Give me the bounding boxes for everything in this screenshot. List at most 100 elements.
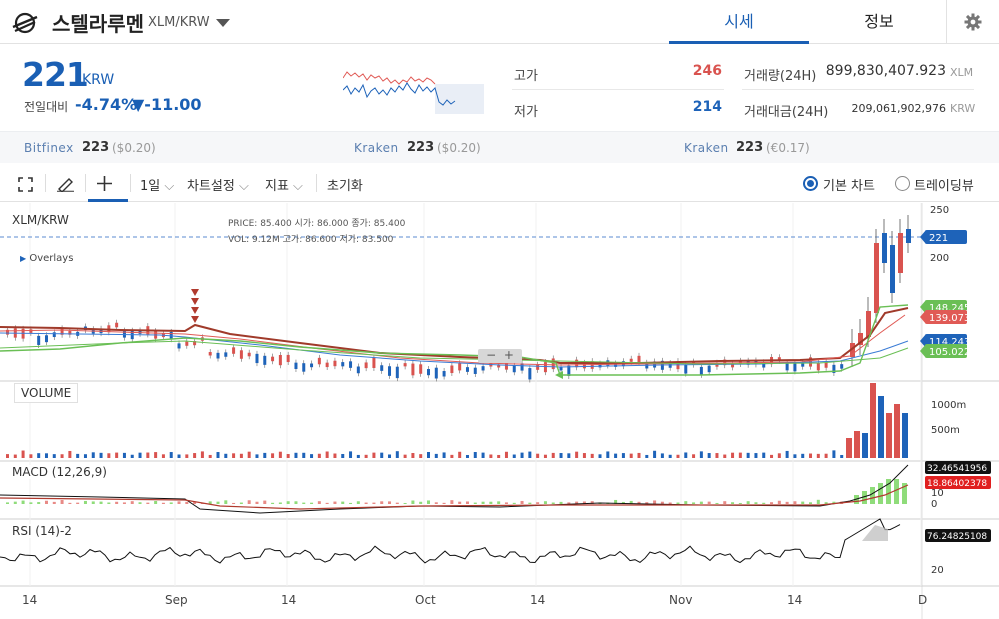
- volume-bar: [263, 452, 267, 458]
- volume-bar: [224, 453, 228, 458]
- settings-button[interactable]: [946, 0, 999, 44]
- macd-histogram-bar: [325, 502, 329, 504]
- volume-bar: [325, 451, 329, 458]
- candle: [341, 362, 345, 367]
- fullscreen-icon[interactable]: [18, 177, 33, 192]
- candle: [465, 367, 469, 372]
- macd-histogram-bar: [559, 501, 563, 504]
- price-axis-tick: 200: [930, 253, 949, 264]
- macd-histogram-bar: [146, 502, 150, 504]
- macd-histogram-bar: [528, 502, 532, 504]
- macd-histogram-bar: [263, 500, 267, 504]
- volume-bar: [83, 454, 87, 458]
- volume-bar: [707, 453, 711, 458]
- macd-histogram-bar: [247, 500, 251, 504]
- signal-arrow-icon: [191, 289, 199, 296]
- rsi-badge-label: 76.24825108: [927, 532, 987, 542]
- chevron-down-icon: ⌵: [160, 179, 175, 194]
- macd-histogram-bar: [107, 502, 111, 504]
- candle: [333, 360, 337, 367]
- volume-bar: [497, 454, 501, 458]
- tab-info[interactable]: 정보: [809, 0, 949, 44]
- macd-histogram-bar: [715, 502, 719, 504]
- exchange-name[interactable]: Kraken: [354, 141, 399, 155]
- candle: [364, 362, 368, 369]
- amount-unit: KRW: [950, 102, 976, 115]
- volume-bar: [676, 454, 680, 458]
- volume-bar: [21, 450, 25, 458]
- candle: [450, 365, 454, 374]
- candle: [874, 243, 879, 313]
- macd-histogram-bar: [816, 499, 820, 504]
- exchange-ref-price: ($0.20): [437, 141, 481, 155]
- volume-bar: [862, 433, 868, 458]
- exchange-name[interactable]: Kraken: [684, 141, 729, 155]
- tradingview-radio[interactable]: [895, 176, 910, 191]
- x-axis-tick: Oct: [415, 593, 436, 607]
- interval-select[interactable]: 1일 ⌵: [140, 175, 174, 194]
- macd-panel-label: MACD (12,26,9): [12, 465, 107, 479]
- candle: [395, 366, 399, 379]
- zoom-in-icon[interactable]: +: [504, 348, 514, 362]
- candle: [512, 365, 516, 373]
- volume-bar: [255, 454, 259, 458]
- chart-settings-menu[interactable]: 차트설정 ⌵: [187, 175, 249, 194]
- toolbar-divider: [45, 174, 46, 192]
- macd-histogram-bar: [91, 501, 95, 504]
- macd-histogram-bar: [497, 501, 501, 504]
- volume-bar: [161, 454, 165, 458]
- price-chart-area[interactable]: 250 200 221 148.245 139.073 114.243 105.022 100…: [0, 203, 999, 619]
- volume-bar: [606, 451, 610, 458]
- macd-histogram-bar: [356, 501, 360, 504]
- coin-select-caret-icon[interactable]: [216, 19, 230, 27]
- macd-histogram-bar: [255, 501, 259, 504]
- macd-histogram-bar: [707, 501, 711, 504]
- chart-toolbar: 1일 ⌵ 차트설정 ⌵ 지표 ⌵ 초기화 기본 차트 트레이딩뷰: [0, 165, 999, 202]
- volume-bar: [442, 452, 446, 458]
- macd-histogram-bar: [419, 501, 423, 504]
- exchange-name[interactable]: Bitfinex: [24, 141, 74, 155]
- volume-bar: [364, 454, 368, 458]
- rsi-line: [0, 518, 901, 564]
- volume-bar: [247, 451, 251, 458]
- volume-bar: [629, 453, 633, 458]
- macd-histogram-bar: [894, 479, 899, 504]
- volume-bar: [177, 454, 181, 458]
- exchange-ref-price: ($0.20): [112, 141, 156, 155]
- tab-market[interactable]: 시세: [669, 0, 809, 44]
- candle: [898, 233, 903, 273]
- volume-bar: [801, 453, 805, 458]
- macd-histogram-bar: [185, 501, 189, 504]
- macd-histogram-bar: [115, 501, 119, 504]
- volume-bar: [614, 453, 618, 458]
- current-price: 221: [22, 55, 89, 94]
- macd-histogram-bar: [372, 502, 376, 504]
- macd-histogram-bar: [60, 500, 64, 504]
- macd-badge-label: 32.46541956: [927, 464, 987, 474]
- basic-chart-radio[interactable]: [803, 176, 818, 191]
- volume-bar: [427, 451, 430, 458]
- reset-button[interactable]: 초기화: [327, 175, 363, 194]
- candle: [699, 366, 703, 375]
- zoom-controls[interactable]: − +: [478, 349, 522, 363]
- overlays-toggle[interactable]: ▶ Overlays: [20, 253, 73, 264]
- x-axis-tick: 14: [281, 593, 296, 607]
- candle: [816, 363, 820, 371]
- volume-bar: [668, 454, 672, 458]
- change-percent: -4.74%: [75, 95, 138, 114]
- basic-chart-label[interactable]: 기본 차트: [823, 175, 875, 194]
- chart-canvas[interactable]: 250200221148.245139.073114.243105.022100…: [0, 203, 999, 619]
- macd-histogram-bar: [738, 502, 742, 504]
- volume-bar: [723, 454, 727, 458]
- volume-bar: [13, 454, 17, 458]
- toolbar-divider: [316, 174, 317, 192]
- pencil-icon[interactable]: [57, 176, 75, 192]
- volume-bar: [894, 404, 900, 458]
- macd-histogram-bar: [473, 502, 477, 504]
- volume-bar: [6, 454, 9, 458]
- zoom-out-icon[interactable]: −: [486, 348, 496, 362]
- candle: [473, 367, 477, 374]
- tradingview-label[interactable]: 트레이딩뷰: [914, 175, 974, 194]
- indicators-menu[interactable]: 지표 ⌵: [265, 175, 303, 194]
- crosshair-icon[interactable]: [97, 176, 112, 191]
